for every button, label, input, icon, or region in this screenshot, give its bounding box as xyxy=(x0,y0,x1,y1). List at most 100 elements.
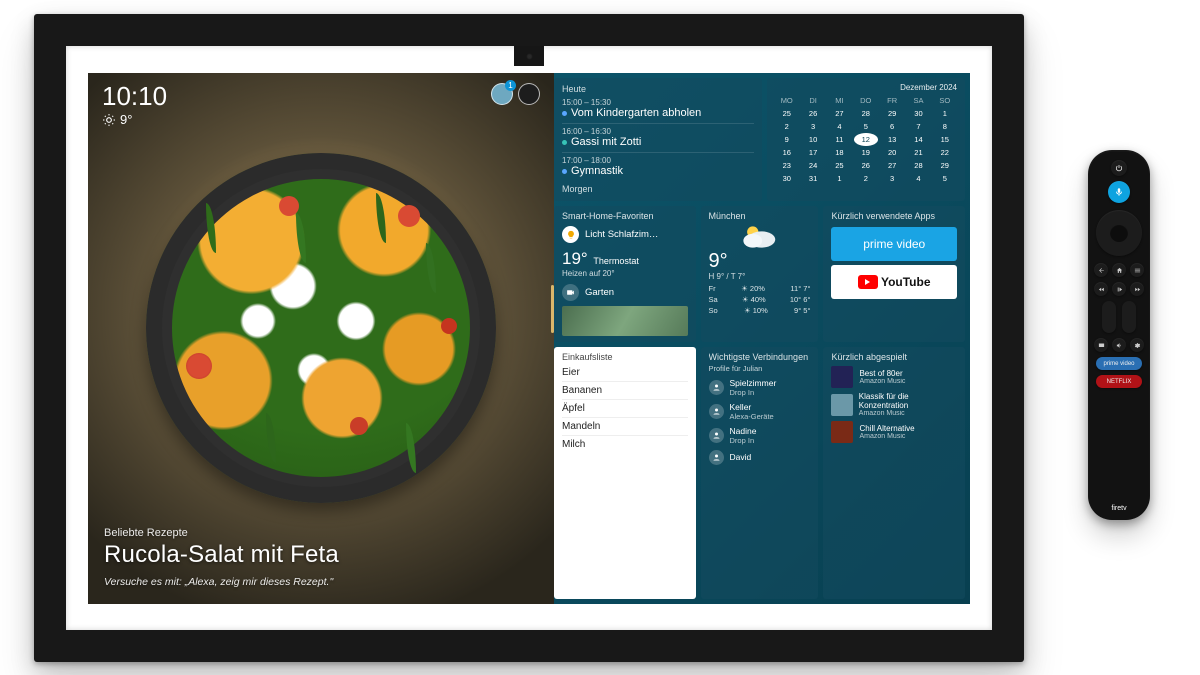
connection-item[interactable]: KellerAlexa-Geräte xyxy=(709,399,811,423)
recently-played-card[interactable]: Kürzlich abgespielt Best of 80erAmazon M… xyxy=(823,347,965,599)
calendar-day[interactable]: 10 xyxy=(801,133,825,146)
calendar-day[interactable]: 22 xyxy=(933,146,957,159)
smart-home-card[interactable]: Smart-Home-Favoriten Licht Schlafzim… 19… xyxy=(554,206,696,342)
agenda-item[interactable]: 15:00 – 15:30 Vom Kindergarten abholen xyxy=(562,95,754,124)
calendar-day[interactable]: 17 xyxy=(801,146,825,159)
connections-card[interactable]: Wichtigste Verbindungen Profile für Juli… xyxy=(701,347,819,599)
calendar-month-label: Dezember 2024 xyxy=(775,83,957,92)
drawer-handle[interactable] xyxy=(551,285,554,333)
calendar-day[interactable]: 29 xyxy=(933,159,957,172)
calendar-day[interactable]: 28 xyxy=(906,159,930,172)
music-item[interactable]: Chill AlternativeAmazon Music xyxy=(831,419,957,445)
app-tile-youtube[interactable]: YouTube xyxy=(831,265,957,299)
calendar-day[interactable]: 27 xyxy=(880,159,904,172)
calendar-day[interactable]: 14 xyxy=(906,133,930,146)
connection-item[interactable]: David xyxy=(709,447,811,467)
menu-button[interactable] xyxy=(1130,263,1144,277)
calendar-day[interactable]: 25 xyxy=(775,107,799,120)
weather-card[interactable]: München 9° H 9° / T 7° Fr☀ 20%11° 7°Sa☀ … xyxy=(701,206,819,342)
clock-temp: 9° xyxy=(120,112,132,127)
calendar-day[interactable]: 20 xyxy=(880,146,904,159)
calendar-day[interactable]: 29 xyxy=(880,107,904,120)
calendar-day[interactable]: 31 xyxy=(801,172,825,185)
mute-button[interactable] xyxy=(1112,338,1126,352)
list-item[interactable]: Bananen xyxy=(562,382,688,400)
play-pause-button[interactable] xyxy=(1112,282,1126,296)
rewind-button[interactable] xyxy=(1094,282,1108,296)
voice-button[interactable] xyxy=(1108,181,1130,203)
app-tile-prime-video[interactable]: prime video xyxy=(831,227,957,261)
agenda-tomorrow-label: Morgen xyxy=(562,184,754,194)
avatar[interactable] xyxy=(491,83,513,105)
agenda-card[interactable]: Heute 15:00 – 15:30 Vom Kindergarten abh… xyxy=(554,78,762,201)
calendar-day[interactable]: 3 xyxy=(880,172,904,185)
calendar-day[interactable]: 9 xyxy=(775,133,799,146)
list-item[interactable]: Äpfel xyxy=(562,400,688,418)
calendar-day[interactable]: 28 xyxy=(854,107,878,120)
calendar-day[interactable]: 5 xyxy=(933,172,957,185)
calendar-day[interactable]: 19 xyxy=(854,146,878,159)
calendar-day[interactable]: 2 xyxy=(775,120,799,133)
connection-item[interactable]: SpielzimmerDrop In xyxy=(709,375,811,399)
calendar-card[interactable]: Dezember 2024 MODIMIDOFRSASO 25262728293… xyxy=(767,78,965,201)
calendar-day[interactable]: 11 xyxy=(827,133,851,146)
youtube-icon xyxy=(858,275,878,289)
calendar-day[interactable]: 23 xyxy=(775,159,799,172)
calendar-day[interactable]: 2 xyxy=(854,172,878,185)
clock-widget[interactable]: 10:10 9° xyxy=(102,83,167,127)
music-item[interactable]: Best of 80erAmazon Music xyxy=(831,364,957,390)
calendar-day[interactable]: 16 xyxy=(775,146,799,159)
camera-icon xyxy=(562,284,579,301)
calendar-day[interactable]: 4 xyxy=(827,120,851,133)
avatar[interactable] xyxy=(518,83,540,105)
shopping-list-card[interactable]: Einkaufsliste EierBananenÄpfelMandelnMil… xyxy=(554,347,696,599)
list-item[interactable]: Milch xyxy=(562,436,688,453)
calendar-day[interactable]: 1 xyxy=(827,172,851,185)
music-item[interactable]: Klassik für die KonzentrationAmazon Musi… xyxy=(831,390,957,419)
calendar-day[interactable]: 30 xyxy=(906,107,930,120)
calendar-day[interactable]: 30 xyxy=(775,172,799,185)
calendar-day[interactable]: 8 xyxy=(933,120,957,133)
calendar-day[interactable]: 3 xyxy=(801,120,825,133)
channel-rocker[interactable] xyxy=(1122,301,1136,333)
calendar-day[interactable]: 26 xyxy=(854,159,878,172)
calendar-day[interactable]: 15 xyxy=(933,133,957,146)
connection-item[interactable]: NadineDrop In xyxy=(709,423,811,447)
shortcut-netflix[interactable]: NETFLIX xyxy=(1096,375,1142,388)
smart-home-thermostat[interactable]: 19° Thermostat Heizen auf 20° xyxy=(562,246,688,281)
device-frame: 10:10 9° Beliebte Rezepte Rucola-Salat m… xyxy=(34,14,1024,662)
tv-button[interactable] xyxy=(1094,338,1108,352)
power-button[interactable] xyxy=(1111,160,1127,176)
calendar-day[interactable]: 27 xyxy=(827,107,851,120)
calendar-day[interactable]: 1 xyxy=(933,107,957,120)
calendar-day[interactable]: 13 xyxy=(880,133,904,146)
weather-day-row: So☀ 10%9° 5° xyxy=(709,305,811,316)
volume-rocker[interactable] xyxy=(1102,301,1116,333)
calendar-day[interactable]: 12 xyxy=(854,133,878,146)
calendar-day[interactable]: 7 xyxy=(906,120,930,133)
agenda-item[interactable]: 17:00 – 18:00 Gymnastik xyxy=(562,153,754,181)
smart-home-camera[interactable]: Garten xyxy=(562,281,688,304)
calendar-day[interactable]: 5 xyxy=(854,120,878,133)
shortcut-prime-video[interactable]: prime video xyxy=(1096,357,1142,370)
agenda-item[interactable]: 16:00 – 16:30 Gassi mit Zotti xyxy=(562,124,754,153)
list-item[interactable]: Eier xyxy=(562,364,688,382)
screen: 10:10 9° Beliebte Rezepte Rucola-Salat m… xyxy=(88,73,970,604)
camera-thumbnail[interactable] xyxy=(562,306,688,336)
calendar-day[interactable]: 18 xyxy=(827,146,851,159)
calendar-day[interactable]: 24 xyxy=(801,159,825,172)
back-button[interactable] xyxy=(1094,263,1108,277)
calendar-day[interactable]: 26 xyxy=(801,107,825,120)
profile-avatars[interactable] xyxy=(491,83,540,105)
settings-button[interactable] xyxy=(1130,338,1144,352)
smart-home-light[interactable]: Licht Schlafzim… xyxy=(562,223,688,246)
recipe-hero[interactable]: 10:10 9° Beliebte Rezepte Rucola-Salat m… xyxy=(88,73,554,604)
home-button[interactable] xyxy=(1112,263,1126,277)
forward-button[interactable] xyxy=(1130,282,1144,296)
calendar-day[interactable]: 4 xyxy=(906,172,930,185)
calendar-day[interactable]: 21 xyxy=(906,146,930,159)
calendar-day[interactable]: 6 xyxy=(880,120,904,133)
calendar-day[interactable]: 25 xyxy=(827,159,851,172)
dpad[interactable] xyxy=(1096,210,1142,256)
list-item[interactable]: Mandeln xyxy=(562,418,688,436)
